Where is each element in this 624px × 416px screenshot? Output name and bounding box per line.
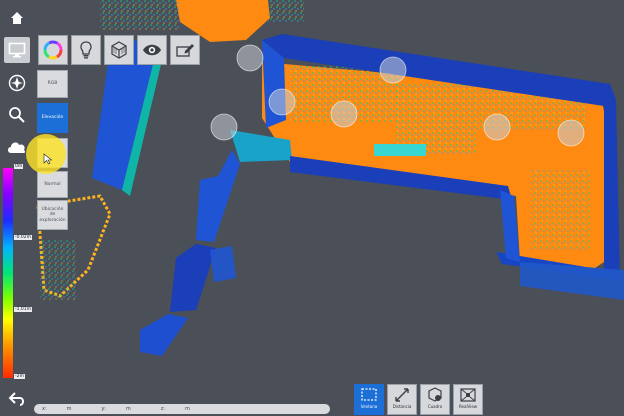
annotation-button[interactable] <box>170 35 200 65</box>
mouse-pointer-icon <box>43 153 53 165</box>
compass-icon <box>8 74 26 92</box>
legend-label-top: 0m <box>14 164 24 169</box>
coord-z-label: z: <box>160 406 165 412</box>
coord-y-label: y: <box>101 406 106 412</box>
color-mode-button[interactable] <box>38 35 68 65</box>
cloud-icon <box>8 142 26 153</box>
distance-button[interactable]: Distancia <box>387 384 417 415</box>
coord-x-label: x: <box>42 406 47 412</box>
realview-icon <box>460 388 476 402</box>
legend-label-lower-mid: -1.01m <box>14 307 33 312</box>
realview-button[interactable]: RealView <box>453 384 483 415</box>
color-wheel-icon <box>43 40 63 60</box>
color-option-normal[interactable]: Normal <box>37 171 68 198</box>
lighting-button[interactable] <box>71 35 101 65</box>
legend-label-upper-mid: -0.02m <box>14 235 33 240</box>
search-button[interactable] <box>4 102 30 128</box>
coord-z-unit: m <box>185 406 190 412</box>
elevation-gradient-bar <box>3 168 13 378</box>
back-arrow-icon <box>8 392 24 406</box>
distance-label: Distancia <box>392 404 412 409</box>
coord-y-unit: m <box>125 406 131 412</box>
window-select-button[interactable]: Ventana <box>354 384 384 415</box>
box-icon <box>428 387 442 402</box>
color-option-elevation[interactable]: Elevación <box>37 103 68 133</box>
distance-icon <box>395 388 409 402</box>
color-option-scan-location[interactable]: Ubicación de exploración <box>37 200 68 230</box>
elevation-legend: 0m -0.02m -1.01m -2m <box>3 164 33 382</box>
legend-label-bottom: -2m <box>14 374 25 379</box>
color-option-rgb[interactable]: RGB <box>37 70 68 98</box>
cube-icon <box>111 41 127 59</box>
cursor-highlight <box>26 134 66 174</box>
coord-x-unit: m <box>66 406 72 412</box>
compass-button[interactable] <box>4 70 30 96</box>
coordinate-readout: x: m y: m z: m <box>34 404 330 414</box>
display-button[interactable] <box>4 37 30 63</box>
lightbulb-icon <box>80 41 92 59</box>
box-button[interactable]: Cuadro <box>420 384 450 415</box>
tag-icon <box>176 44 194 57</box>
render-mode-button[interactable] <box>104 35 134 65</box>
eye-icon <box>143 44 161 56</box>
visibility-button[interactable] <box>137 35 167 65</box>
home-icon <box>11 12 23 24</box>
box-label: Cuadro <box>427 404 443 409</box>
search-icon <box>9 107 25 123</box>
monitor-icon <box>8 42 26 58</box>
selection-window-icon <box>361 388 377 401</box>
realview-label: RealView <box>458 404 478 409</box>
window-select-label: Ventana <box>360 404 378 409</box>
back-button[interactable] <box>4 386 30 412</box>
home-button[interactable] <box>4 5 30 31</box>
